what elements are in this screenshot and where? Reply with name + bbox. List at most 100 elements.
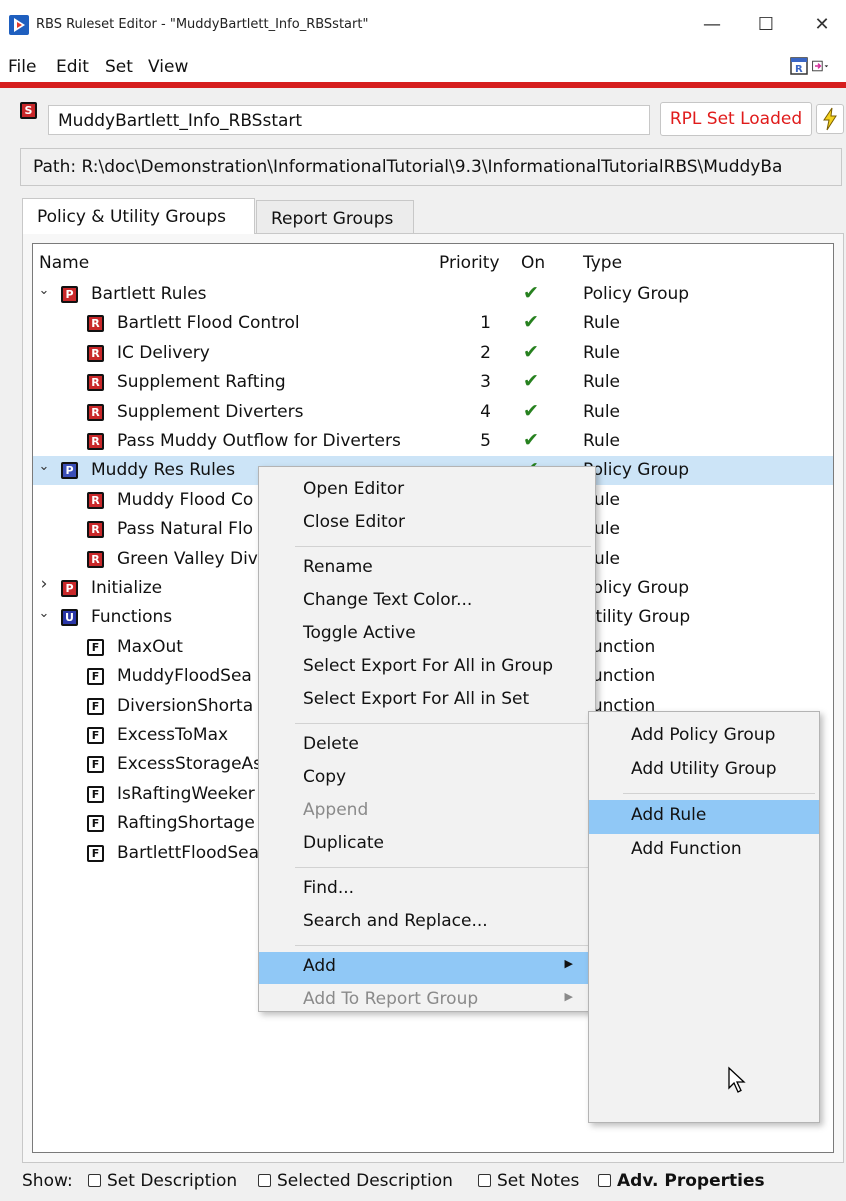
maximize-button[interactable]: ☐ (746, 8, 786, 42)
row-name: RaftingShortage (117, 813, 255, 834)
active-check-icon[interactable]: ✔ (523, 429, 539, 451)
app-icon (9, 15, 29, 35)
selected-description-checkbox[interactable]: Selected Description (258, 1171, 453, 1191)
active-check-icon[interactable]: ✔ (523, 370, 539, 392)
tab-policy-utility-groups[interactable]: Policy & Utility Groups (22, 198, 255, 234)
row-name: Pass Natural Flo (117, 519, 254, 540)
menu-separator (295, 546, 591, 547)
menu-item-delete[interactable]: Delete (259, 730, 595, 762)
row-type: Policy Group (583, 460, 690, 481)
menu-separator (623, 793, 815, 794)
function-icon: F (87, 697, 104, 715)
set-row: S MuddyBartlett_Info_RBSstart RPL Set Lo… (0, 96, 846, 142)
menu-item-select-export-for-all-in-group[interactable]: Select Export For All in Group (259, 652, 595, 684)
rule-icon: R (87, 433, 104, 450)
chevron-right-icon[interactable]: › (37, 574, 51, 594)
submenu-arrow-icon: ▶ (564, 990, 573, 1003)
row-priority: 2 (480, 342, 491, 363)
menu-item-copy[interactable]: Copy (259, 763, 595, 795)
menu-item-add-function[interactable]: Add Function (589, 834, 819, 868)
row-priority: 5 (480, 431, 491, 451)
row-priority: 3 (480, 372, 491, 393)
set-icon: S (20, 102, 37, 119)
tree-row[interactable]: R Bartlett Flood Control 1 ✔ Rule (33, 309, 833, 338)
menu-set[interactable]: Set (105, 57, 133, 77)
menu-item-close-editor[interactable]: Close Editor (259, 508, 595, 540)
active-check-icon[interactable]: ✔ (523, 282, 539, 304)
set-name-field[interactable]: MuddyBartlett_Info_RBSstart (48, 105, 650, 135)
menu-edit[interactable]: Edit (56, 57, 89, 77)
menu-item-change-text-color[interactable]: Change Text Color... (259, 586, 595, 618)
submenu-arrow-icon: ▶ (564, 957, 573, 970)
menu-item-add-policy-group[interactable]: Add Policy Group (589, 720, 819, 754)
show-options-bar: Show: Set Description Selected Descripti… (0, 1163, 846, 1201)
row-type: Rule (583, 372, 621, 393)
active-check-icon[interactable]: ✔ (523, 400, 539, 422)
function-icon: F (87, 844, 104, 862)
minimize-button[interactable]: — (692, 8, 732, 42)
menu-item-add-utility-group[interactable]: Add Utility Group (589, 754, 819, 788)
row-name: DiversionShorta (117, 695, 254, 716)
export-dropdown-icon[interactable] (812, 56, 830, 76)
ruleset-window-icon[interactable]: R (790, 56, 808, 76)
menu-item-toggle-active[interactable]: Toggle Active (259, 619, 595, 651)
row-type: Policy Group (583, 578, 690, 598)
tab-report-groups[interactable]: Report Groups (256, 200, 414, 234)
menu-item-duplicate[interactable]: Duplicate (259, 829, 595, 861)
menu-item-append: Append (303, 800, 369, 820)
menu-item-select-export-for-all-in-set[interactable]: Select Export For All in Set (259, 685, 595, 717)
mouse-cursor-icon (728, 1066, 746, 1093)
rpl-set-loaded-button[interactable]: RPL Set Loaded (660, 102, 812, 136)
rule-icon: R (87, 315, 104, 333)
close-button[interactable]: ✕ (802, 8, 842, 42)
active-check-icon[interactable]: ✔ (523, 341, 539, 363)
menu-separator (295, 945, 591, 946)
row-type: Rule (583, 431, 621, 451)
menu-file[interactable]: File (8, 57, 36, 77)
menu-separator (295, 867, 591, 868)
adv-properties-checkbox[interactable]: Adv. Properties (598, 1171, 765, 1191)
lightning-icon (823, 107, 837, 131)
tree-row[interactable]: R Pass Muddy Outflow for Diverters 5 ✔ Rule (33, 427, 833, 456)
chevron-down-icon[interactable]: ⌄ (37, 606, 51, 621)
function-icon: F (87, 785, 104, 803)
menu-item-find[interactable]: Find... (259, 874, 595, 906)
column-name[interactable]: Name (39, 253, 89, 273)
show-label: Show: (22, 1171, 73, 1191)
menu-item-add[interactable]: Add ▶ (259, 952, 595, 984)
chevron-down-icon[interactable]: ⌄ (37, 283, 51, 298)
row-name: Supplement Rafting (117, 372, 286, 393)
rule-icon: R (87, 491, 104, 509)
tree-row[interactable]: R Supplement Diverters 4 ✔ Rule (33, 398, 833, 427)
menu-item-add-rule[interactable]: Add Rule (589, 800, 819, 834)
function-icon: F (87, 668, 104, 686)
set-notes-checkbox[interactable]: Set Notes (478, 1171, 579, 1191)
chevron-down-icon[interactable]: ⌄ (37, 459, 51, 474)
lightning-button[interactable] (816, 104, 844, 134)
tree-row[interactable]: R IC Delivery 2 ✔ Rule (33, 339, 833, 368)
column-type[interactable]: Type (583, 253, 622, 273)
menu-view[interactable]: View (148, 57, 188, 77)
row-name: Supplement Diverters (117, 401, 304, 422)
active-check-icon[interactable]: ✔ (523, 311, 539, 333)
row-type: Utility Group (583, 607, 691, 628)
row-name: ExcessStorageAs (117, 754, 263, 775)
tree-row[interactable]: R Supplement Rafting 3 ✔ Rule (33, 368, 833, 397)
tree-row[interactable]: ⌄ P Bartlett Rules ✔ Policy Group (33, 280, 833, 309)
row-type: Rule (583, 401, 621, 422)
row-name: Green Valley Div (117, 548, 258, 569)
column-priority[interactable]: Priority (439, 253, 500, 273)
row-priority: 4 (480, 401, 491, 422)
rule-icon: R (87, 344, 104, 362)
accent-line (0, 82, 846, 88)
menu-item-open-editor[interactable]: Open Editor (259, 475, 595, 507)
function-icon: F (87, 756, 104, 774)
menu-item-search-and-replace[interactable]: Search and Replace... (259, 907, 595, 939)
rule-icon: R (87, 550, 104, 568)
row-name: BartlettFloodSea (117, 842, 260, 863)
title-bar: RBS Ruleset Editor - "MuddyBartlett_Info… (0, 0, 846, 52)
menu-item-rename[interactable]: Rename (259, 553, 595, 585)
column-on[interactable]: On (521, 253, 545, 273)
window-title: RBS Ruleset Editor - "MuddyBartlett_Info… (36, 17, 369, 32)
set-description-checkbox[interactable]: Set Description (88, 1171, 237, 1191)
